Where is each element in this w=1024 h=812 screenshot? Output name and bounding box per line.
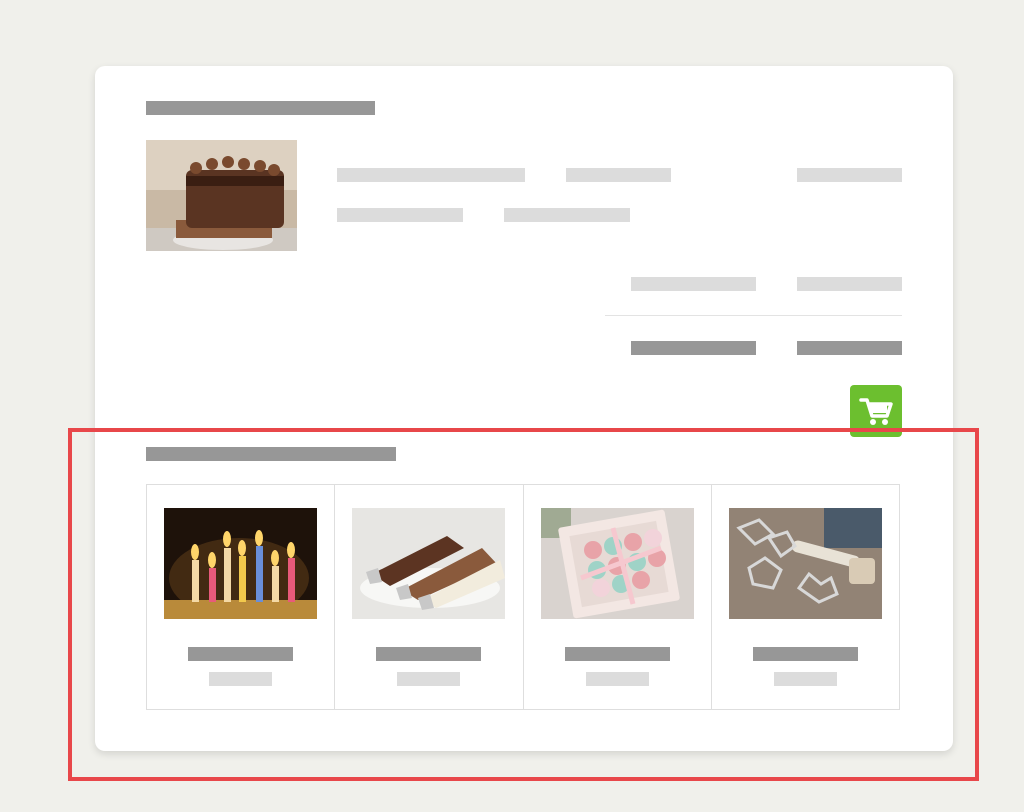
related-product-card[interactable] xyxy=(524,485,712,709)
product-title-placeholder xyxy=(146,101,375,115)
related-product-card[interactable] xyxy=(712,485,899,709)
product-detail-placeholder xyxy=(797,168,902,182)
related-product-name-placeholder xyxy=(376,647,482,661)
related-product-image xyxy=(164,508,317,619)
product-image xyxy=(146,140,297,251)
related-products-grid xyxy=(146,484,900,710)
subtotal-label-placeholder xyxy=(631,277,756,291)
related-products-heading-placeholder xyxy=(146,447,396,461)
related-product-price-placeholder xyxy=(209,672,272,686)
subtotal-value-placeholder xyxy=(797,277,902,291)
product-detail-placeholder xyxy=(504,208,630,222)
related-product-price-placeholder xyxy=(585,672,649,686)
related-product-name-placeholder xyxy=(188,647,293,661)
total-label-placeholder xyxy=(631,341,756,355)
cart-icon xyxy=(850,385,902,437)
total-value-placeholder xyxy=(797,341,902,355)
related-product-card[interactable] xyxy=(335,485,524,709)
product-card xyxy=(95,66,953,751)
related-product-name-placeholder xyxy=(564,647,670,661)
totals-divider xyxy=(605,315,902,316)
related-product-image xyxy=(540,508,694,619)
related-product-card[interactable] xyxy=(147,485,336,709)
add-to-cart-button[interactable] xyxy=(850,385,902,437)
related-product-image xyxy=(728,508,882,619)
related-product-price-placeholder xyxy=(397,672,461,686)
product-detail-placeholder xyxy=(337,168,525,182)
related-product-name-placeholder xyxy=(752,647,858,661)
related-product-image xyxy=(352,508,506,619)
product-detail-placeholder xyxy=(566,168,671,182)
related-product-price-placeholder xyxy=(773,672,837,686)
product-detail-placeholder xyxy=(337,208,463,222)
